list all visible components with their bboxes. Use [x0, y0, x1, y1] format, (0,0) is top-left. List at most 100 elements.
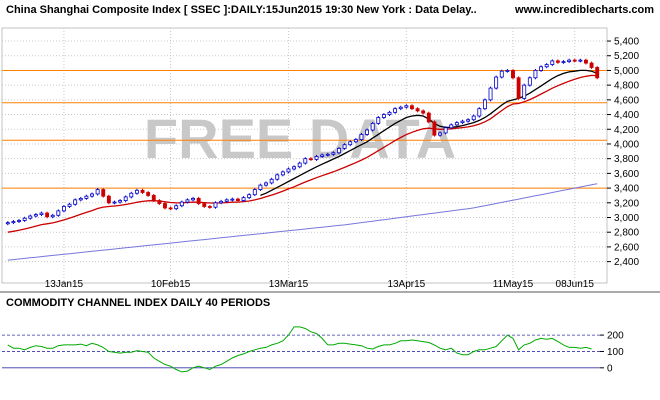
- candle-body: [550, 60, 555, 65]
- candle-body: [241, 197, 246, 201]
- candle-body: [353, 139, 358, 143]
- candle-body: [533, 70, 538, 79]
- candle-body: [95, 189, 100, 195]
- site-url: www.incrediblecharts.com: [514, 4, 654, 16]
- candle-body: [376, 117, 381, 124]
- price-x-tick-label: 11May15: [493, 279, 534, 290]
- candle-body: [123, 196, 128, 201]
- candle-body: [269, 178, 274, 184]
- cci-panel: 200 100 0: [2, 326, 624, 374]
- candle-body: [247, 194, 252, 199]
- price-tick-label: 2,600: [614, 242, 639, 253]
- cci-y-axis: 200 100 0: [600, 331, 624, 374]
- candle-body: [320, 154, 325, 157]
- candle-body: [589, 62, 594, 68]
- candle-body: [415, 108, 420, 112]
- candle-body: [252, 189, 257, 196]
- price-tick-label: 4,000: [614, 139, 639, 150]
- candle-body: [342, 144, 347, 149]
- candle-body: [191, 197, 195, 201]
- candle-body: [516, 77, 521, 99]
- candle-body: [449, 124, 454, 129]
- candle-body: [567, 59, 572, 63]
- candle-body: [348, 141, 353, 146]
- candle-body: [179, 201, 184, 207]
- candle-body: [365, 129, 369, 135]
- candle-body: [572, 59, 577, 62]
- price-tick-label: 3,600: [614, 169, 639, 180]
- price-tick-label: 3,400: [614, 184, 639, 195]
- candle-body: [258, 184, 263, 190]
- price-x-tick-label: 13Jan15: [45, 279, 84, 290]
- candle-body: [56, 210, 61, 216]
- candle-body: [297, 162, 302, 168]
- price-x-tick-label: 13Apr15: [387, 279, 425, 290]
- candle-body: [84, 195, 89, 199]
- price-tick-label: 4,600: [614, 95, 639, 106]
- candle-body: [73, 199, 78, 205]
- candle-body: [466, 119, 471, 122]
- candle-body: [398, 106, 403, 110]
- cci-tick-label: 200: [607, 331, 624, 342]
- chart-title: China Shanghai Composite Index [ SSEC ]:…: [6, 4, 477, 16]
- candle-body: [129, 192, 134, 198]
- candle-body: [22, 217, 27, 221]
- candle-body: [5, 222, 10, 225]
- candle-body: [584, 59, 588, 64]
- candle-body: [578, 59, 583, 62]
- candle-body: [33, 214, 38, 217]
- stock-chart: China Shanghai Composite Index [ SSEC ]:…: [0, 4, 660, 374]
- candle-body: [499, 70, 504, 78]
- candle-body: [505, 70, 510, 72]
- candle-body: [488, 87, 493, 101]
- candle-body: [494, 76, 499, 89]
- candle-body: [17, 220, 21, 222]
- candle-body: [286, 168, 291, 173]
- candle-body: [213, 202, 218, 208]
- candle-body: [426, 112, 431, 123]
- candle-body: [28, 215, 33, 219]
- candle-body: [539, 66, 544, 71]
- candle-body: [595, 67, 600, 79]
- candle-body: [280, 171, 285, 176]
- cci-tick-label: 0: [607, 363, 613, 374]
- price-panel: FREE DATA 2,4002,6002,8003,0003,2003,400…: [1, 27, 639, 290]
- cci-series-line: [7, 326, 592, 373]
- cci-title: COMMODITY CHANNEL INDEX DAILY 40 PERIODS: [6, 297, 270, 309]
- candle-body: [454, 122, 459, 126]
- candle-body: [337, 147, 341, 154]
- price-tick-label: 4,200: [614, 125, 639, 136]
- price-x-tick-label: 10Feb15: [151, 279, 191, 290]
- candle-body: [61, 206, 66, 212]
- candle-body: [50, 214, 55, 218]
- candle-body: [230, 198, 235, 201]
- candle-body: [314, 156, 319, 160]
- candle-body: [325, 153, 330, 156]
- candle-body: [78, 197, 83, 201]
- candle-body: [303, 158, 308, 164]
- price-tick-label: 4,400: [614, 110, 639, 121]
- candle-body: [207, 206, 212, 208]
- candle-body: [443, 127, 448, 134]
- candle-body: [275, 174, 280, 180]
- candle-body: [185, 199, 190, 203]
- candle-body: [438, 132, 442, 136]
- price-tick-label: 3,800: [614, 154, 639, 165]
- cci-tick-label: 100: [607, 347, 624, 358]
- candle-body: [219, 200, 224, 204]
- candle-body: [39, 212, 44, 215]
- candle-body: [168, 207, 173, 210]
- candle-body: [101, 189, 106, 197]
- candle-body: [561, 61, 566, 64]
- candle-body: [555, 60, 560, 63]
- candle-body: [202, 203, 207, 207]
- candle-body: [163, 203, 167, 209]
- candle-body: [511, 70, 515, 79]
- price-tick-label: 2,400: [614, 257, 639, 268]
- candle-body: [292, 166, 297, 170]
- candle-body: [432, 121, 437, 136]
- candle-body: [308, 158, 313, 161]
- price-tick-label: 5,000: [614, 66, 639, 77]
- candle-body: [174, 205, 179, 210]
- candle-body: [11, 221, 16, 224]
